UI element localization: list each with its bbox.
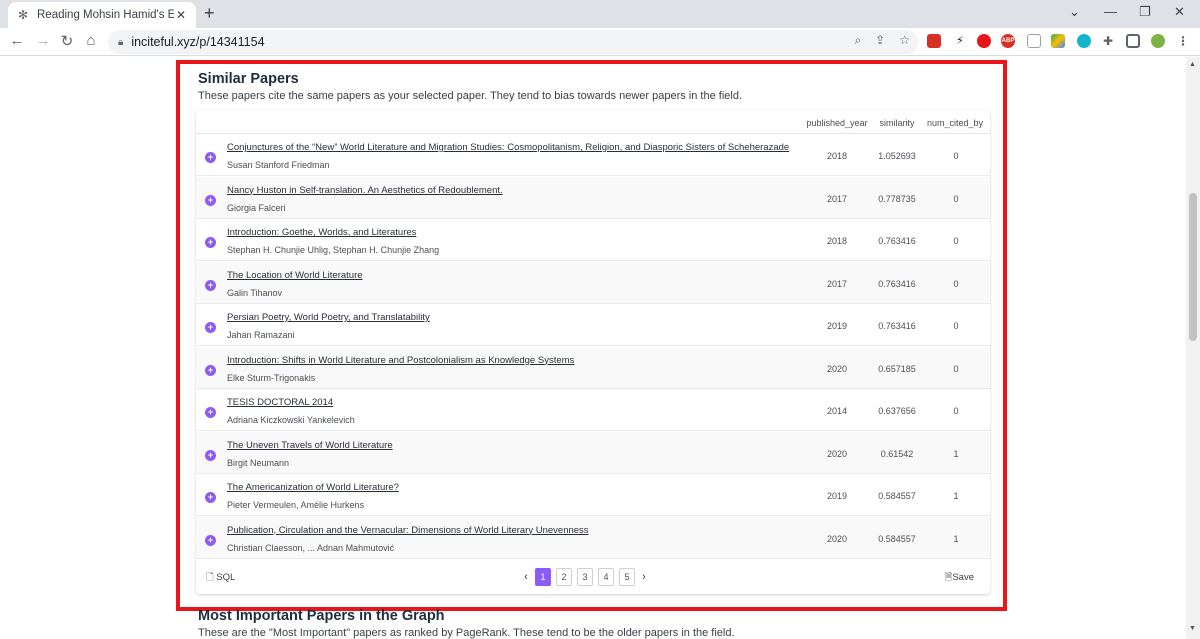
- extension-bolt-icon[interactable]: ⚡︎: [953, 34, 967, 48]
- extension-opera-icon[interactable]: [977, 34, 991, 48]
- forward-icon[interactable]: →: [34, 32, 52, 49]
- minimize-icon[interactable]: —: [1104, 4, 1117, 19]
- profile-avatar[interactable]: [1151, 34, 1165, 48]
- scroll-down-icon[interactable]: ▼: [1189, 625, 1196, 632]
- zoom-icon[interactable]: ⌕: [854, 33, 861, 48]
- scroll-up-icon[interactable]: ▲: [1189, 61, 1196, 68]
- drive-icon[interactable]: [1051, 34, 1065, 48]
- back-icon[interactable]: ←: [8, 32, 26, 49]
- extension-circle-icon[interactable]: [1077, 34, 1091, 48]
- extension-red-icon[interactable]: [927, 34, 941, 48]
- home-icon[interactable]: ⌂: [82, 32, 100, 49]
- site-favicon-icon: ✻: [17, 8, 29, 22]
- scrollbar-thumb[interactable]: [1189, 193, 1197, 341]
- browser-toolbar: ← → ↻ ⌂ 🔒︎ inciteful.xyz/p/14341154 ⌕ ⇪ …: [0, 28, 1200, 56]
- extension-doc-icon[interactable]: [1027, 34, 1041, 48]
- tab-search-icon[interactable]: ⌄: [1069, 4, 1080, 20]
- reload-icon[interactable]: ↻: [58, 32, 76, 50]
- page-content: Similar Papers These papers cite the sam…: [0, 57, 1186, 639]
- restore-icon[interactable]: ❐: [1139, 4, 1151, 20]
- close-tab-icon[interactable]: ✕: [174, 8, 188, 22]
- close-window-icon[interactable]: ✕: [1174, 4, 1185, 20]
- lock-icon: 🔒︎: [118, 36, 124, 48]
- highlight-box: [176, 60, 1007, 611]
- page-scrollbar[interactable]: ▲ ▼: [1186, 57, 1200, 639]
- new-tab-button[interactable]: +: [204, 3, 215, 24]
- browser-tab[interactable]: ✻ Reading Mohsin Hamid's Exit We ✕: [8, 2, 196, 28]
- url-text: inciteful.xyz/p/14341154: [131, 35, 265, 49]
- important-papers-title: Most Important Papers in the Graph: [198, 608, 445, 624]
- tab-strip: ✻ Reading Mohsin Hamid's Exit We ✕ + ⌄ —…: [0, 0, 1200, 28]
- address-bar[interactable]: 🔒︎ inciteful.xyz/p/14341154 ⌕ ⇪ ☆: [108, 30, 918, 54]
- important-papers-description: These are the "Most Important" papers as…: [198, 627, 735, 639]
- tab-title: Reading Mohsin Hamid's Exit We: [37, 9, 174, 21]
- side-panel-icon[interactable]: [1126, 34, 1140, 48]
- adblock-icon[interactable]: ABP: [1001, 34, 1015, 48]
- bookmark-star-icon[interactable]: ☆: [899, 33, 910, 48]
- menu-kebab-icon[interactable]: ⋮: [1176, 34, 1190, 48]
- extensions-puzzle-icon[interactable]: ✚: [1101, 34, 1115, 48]
- share-icon[interactable]: ⇪: [875, 33, 885, 48]
